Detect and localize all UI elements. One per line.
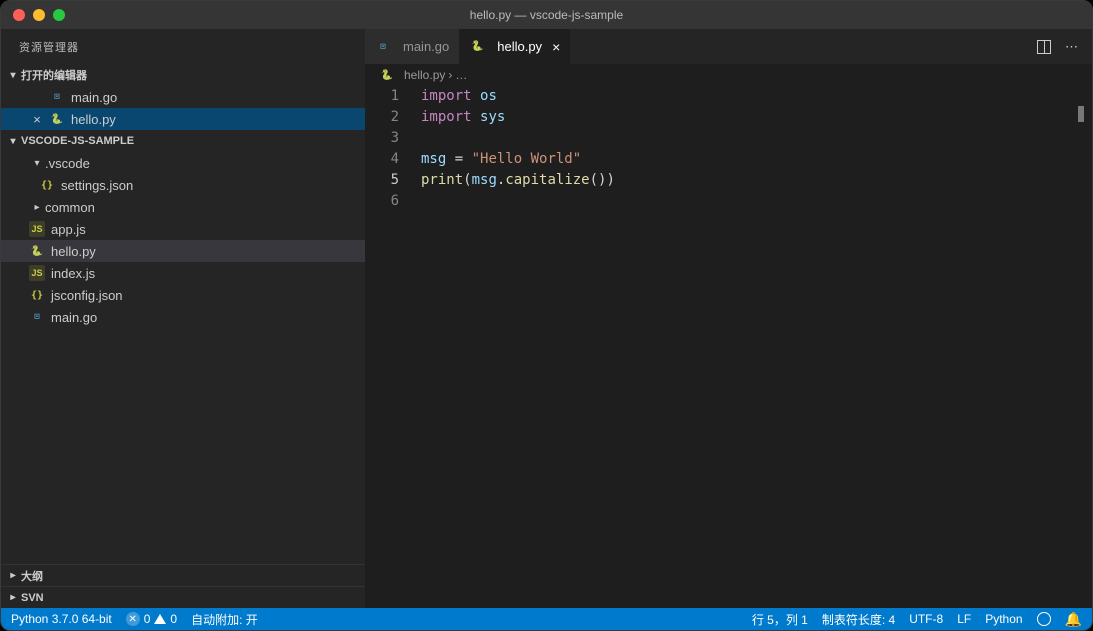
js-file-icon: JS <box>29 221 45 237</box>
tree-file[interactable]: {} jsconfig.json <box>1 284 365 306</box>
line-number: 1 <box>365 86 399 107</box>
line-number: 2 <box>365 107 399 128</box>
tree-label: jsconfig.json <box>51 288 123 303</box>
traffic-lights <box>1 9 65 21</box>
app-window: hello.py — vscode-js-sample 资源管理器 ▾ 打开的编… <box>0 0 1093 631</box>
open-editors-label: 打开的编辑器 <box>21 67 87 83</box>
close-icon[interactable]: × <box>552 39 560 55</box>
line-gutter: 1 2 3 4 5 6 <box>365 86 421 608</box>
python-file-icon: 🐍 <box>29 243 45 259</box>
outline-header[interactable]: ▸ 大纲 <box>1 564 365 586</box>
chevron-right-icon: ▸ <box>29 202 45 213</box>
maximize-window-button[interactable] <box>53 9 65 21</box>
tab-label: hello.py <box>497 39 542 54</box>
go-file-icon: ⊡ <box>49 89 65 105</box>
folder-name: VSCODE-JS-SAMPLE <box>21 135 134 147</box>
outline-label: 大纲 <box>21 568 43 584</box>
main-body: 资源管理器 ▾ 打开的编辑器 ⊡ main.go × 🐍 hello.py ▾ … <box>1 29 1092 608</box>
minimize-window-button[interactable] <box>33 9 45 21</box>
line-number: 6 <box>365 191 399 212</box>
minimap[interactable] <box>1076 86 1092 608</box>
python-file-icon: 🐍 <box>49 111 65 127</box>
titlebar[interactable]: hello.py — vscode-js-sample <box>1 1 1092 29</box>
tree-label: main.go <box>51 310 97 325</box>
tab-label: main.go <box>403 39 449 54</box>
editor-area: ⊡ main.go 🐍 hello.py × ⋯ 🐍 hello.py › … <box>365 29 1092 608</box>
svn-label: SVN <box>21 592 44 604</box>
status-line-col[interactable]: 行 5，列 1 <box>752 611 808 628</box>
close-icon[interactable]: × <box>29 112 45 127</box>
tree-folder[interactable]: ▸ common <box>1 196 365 218</box>
close-window-button[interactable] <box>13 9 25 21</box>
status-python-version[interactable]: Python 3.7.0 64-bit <box>11 612 112 626</box>
tree-label: common <box>45 200 95 215</box>
python-file-icon: 🐍 <box>379 67 395 83</box>
split-editor-icon[interactable] <box>1037 40 1051 54</box>
breadcrumb-more: … <box>455 68 467 82</box>
open-editor-item[interactable]: × 🐍 hello.py <box>1 108 365 130</box>
status-feedback-icon[interactable] <box>1037 612 1051 626</box>
tree-label: hello.py <box>51 244 96 259</box>
tab-actions: ⋯ <box>1037 29 1092 64</box>
code-content[interactable]: import osimport sys msg = "Hello World"p… <box>421 86 1092 608</box>
svn-header[interactable]: ▸ SVN <box>1 586 365 608</box>
error-icon: ✕ <box>126 612 140 626</box>
tree-file[interactable]: JS app.js <box>1 218 365 240</box>
editor-tab-active[interactable]: 🐍 hello.py × <box>459 29 570 64</box>
sidebar-bottom: ▸ 大纲 ▸ SVN <box>1 564 365 608</box>
smile-icon <box>1037 612 1051 626</box>
tree-folder[interactable]: ▾ .vscode <box>1 152 365 174</box>
tree-file[interactable]: 🐍 hello.py <box>1 240 365 262</box>
sidebar: 资源管理器 ▾ 打开的编辑器 ⊡ main.go × 🐍 hello.py ▾ … <box>1 29 365 608</box>
more-icon[interactable]: ⋯ <box>1065 39 1078 55</box>
tree-file[interactable]: ⊡ main.go <box>1 306 365 328</box>
tree-file[interactable]: JS index.js <box>1 262 365 284</box>
open-editor-name: main.go <box>71 90 117 105</box>
chevron-down-icon: ▾ <box>5 70 21 81</box>
sidebar-header: 资源管理器 <box>1 29 365 64</box>
breadcrumb[interactable]: 🐍 hello.py › … <box>365 64 1092 86</box>
minimap-highlight <box>1078 106 1084 122</box>
line-number: 3 <box>365 128 399 149</box>
json-file-icon: {} <box>39 177 55 193</box>
tree-label: index.js <box>51 266 95 281</box>
status-problems[interactable]: ✕0 0 <box>126 612 177 626</box>
status-eol[interactable]: LF <box>957 612 971 626</box>
editor-tab[interactable]: ⊡ main.go <box>365 29 459 64</box>
folder-header[interactable]: ▾ VSCODE-JS-SAMPLE <box>1 130 365 152</box>
python-file-icon: 🐍 <box>469 39 485 55</box>
tab-row: ⊡ main.go 🐍 hello.py × ⋯ <box>365 29 1092 64</box>
code-editor[interactable]: 1 2 3 4 5 6 import osimport sys msg = "H… <box>365 86 1092 608</box>
tree-label: settings.json <box>61 178 133 193</box>
json-file-icon: {} <box>29 287 45 303</box>
chevron-down-icon: ▾ <box>29 158 45 169</box>
line-number: 4 <box>365 149 399 170</box>
line-number: 5 <box>365 170 399 191</box>
status-language[interactable]: Python <box>985 612 1022 626</box>
tree-file[interactable]: {} settings.json <box>1 174 365 196</box>
status-notifications-icon[interactable]: 🔔 <box>1065 611 1082 628</box>
status-auto-attach[interactable]: 自动附加: 开 <box>191 611 258 628</box>
status-encoding[interactable]: UTF-8 <box>909 612 943 626</box>
breadcrumb-sep: › <box>448 68 452 82</box>
chevron-down-icon: ▾ <box>5 136 21 147</box>
open-editor-name: hello.py <box>71 112 116 127</box>
status-tab-size[interactable]: 制表符长度: 4 <box>822 611 895 628</box>
chevron-right-icon: ▸ <box>5 592 21 603</box>
warning-icon <box>154 614 166 624</box>
tree-label: .vscode <box>45 156 90 171</box>
window-title: hello.py — vscode-js-sample <box>470 8 623 22</box>
open-editors-header[interactable]: ▾ 打开的编辑器 <box>1 64 365 86</box>
go-file-icon: ⊡ <box>375 39 391 55</box>
go-file-icon: ⊡ <box>29 309 45 325</box>
breadcrumb-file: hello.py <box>404 68 445 82</box>
open-editor-item[interactable]: ⊡ main.go <box>1 86 365 108</box>
chevron-right-icon: ▸ <box>5 570 21 581</box>
status-bar: Python 3.7.0 64-bit ✕0 0 自动附加: 开 行 5，列 1… <box>1 608 1092 630</box>
tree-label: app.js <box>51 222 86 237</box>
js-file-icon: JS <box>29 265 45 281</box>
placeholder-icon <box>29 90 45 105</box>
